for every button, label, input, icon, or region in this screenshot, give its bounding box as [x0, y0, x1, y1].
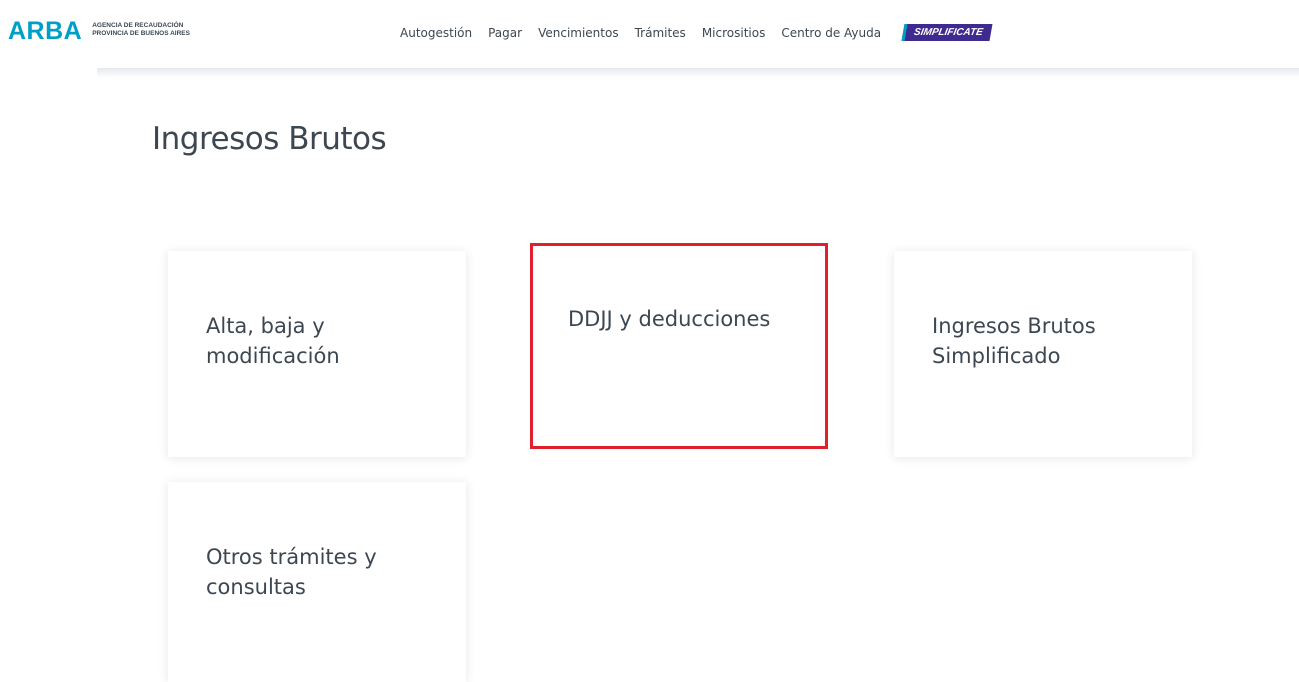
nav-item-tramites[interactable]: Trámites	[635, 26, 686, 40]
simplificate-badge[interactable]: SIMPLIFICATE	[901, 24, 993, 41]
page-title: Ingresos Brutos	[152, 120, 387, 157]
main-nav: Autogestión Pagar Vencimientos Trámites …	[400, 24, 993, 41]
logo-subtitle-line-1: Agencia de Recaudación	[92, 22, 184, 29]
nav-item-pagar[interactable]: Pagar	[488, 26, 522, 40]
nav-item-centro-de-ayuda[interactable]: Centro de Ayuda	[781, 26, 881, 40]
card-label: Alta, baja y modificación	[206, 314, 340, 368]
header-shadow	[97, 68, 1299, 78]
card-otros-tramites-consultas[interactable]: Otros trámites y consultas	[168, 482, 466, 682]
card-ddjj-deducciones[interactable]: DDJJ y deducciones	[530, 243, 828, 449]
nav-item-vencimientos[interactable]: Vencimientos	[538, 26, 619, 40]
nav-item-autogestion[interactable]: Autogestión	[400, 26, 472, 40]
card-label: Otros trámites y consultas	[206, 545, 377, 599]
logo-mark: ARBA	[8, 17, 83, 45]
logo-subtitle-line-2: Provincia de Buenos Aires	[92, 29, 190, 37]
nav-item-micrositios[interactable]: Micrositios	[702, 26, 766, 40]
site-header: ARBA Agencia de Recaudación Provincia de…	[0, 0, 1299, 68]
card-ingresos-brutos-simplificado[interactable]: Ingresos Brutos Simplificado	[894, 251, 1192, 457]
card-label: DDJJ y deducciones	[568, 307, 771, 331]
card-label: Ingresos Brutos Simplificado	[932, 314, 1096, 368]
arba-logo[interactable]: ARBA Agencia de Recaudación Provincia de…	[8, 18, 190, 44]
card-alta-baja-modificacion[interactable]: Alta, baja y modificación	[168, 251, 466, 457]
logo-subtitle: Agencia de Recaudación Provincia de Buen…	[92, 22, 190, 37]
